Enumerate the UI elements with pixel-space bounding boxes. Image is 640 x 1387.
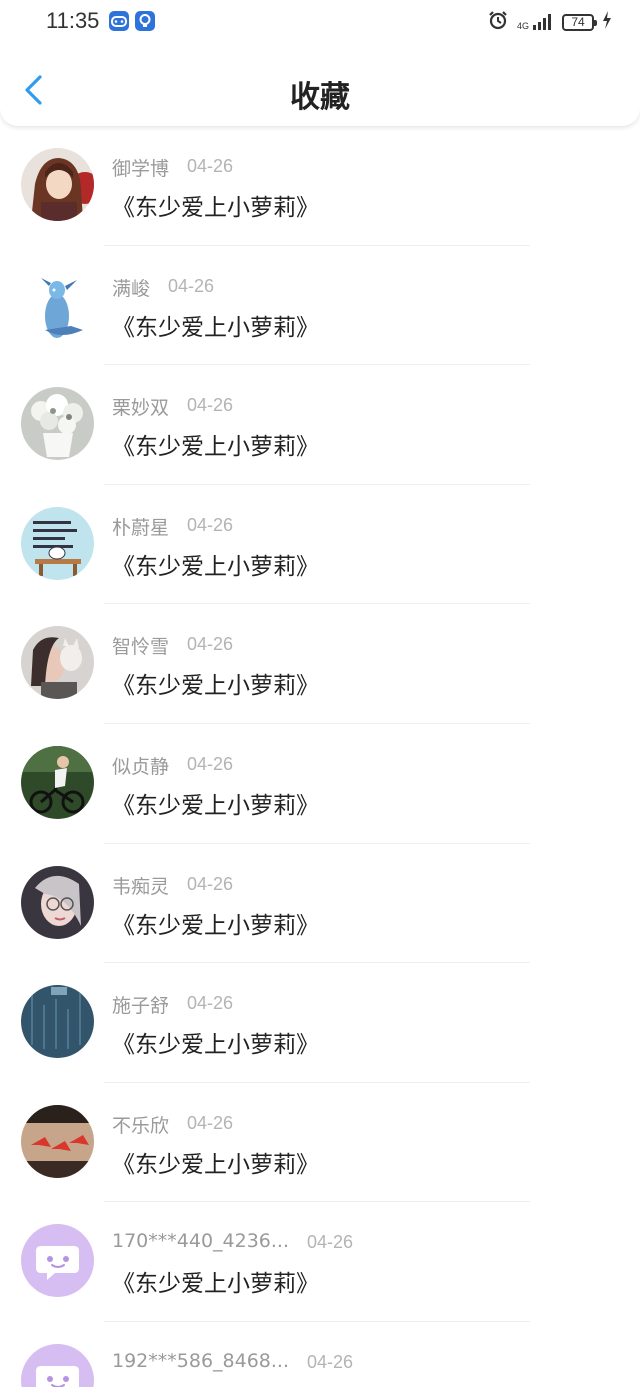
lightbulb-app-icon bbox=[135, 11, 155, 31]
user-name: 似贞静 bbox=[112, 755, 170, 778]
item-title: 《东少爱上小萝莉》 bbox=[112, 434, 319, 461]
item-date: 04-26 bbox=[187, 1112, 234, 1133]
user-name: 192***586_8468... bbox=[112, 1349, 290, 1372]
favorites-screen: 11:35 4G 74 收藏 御学博 04-26 《东少爱上小萝莉》 满峻 04… bbox=[0, 0, 640, 1387]
item-date: 04-26 bbox=[187, 156, 234, 176]
favorite-item[interactable]: 似贞静 04-26 《东少爱上小萝莉》 bbox=[0, 724, 640, 844]
charging-icon bbox=[602, 11, 612, 33]
avatar[interactable] bbox=[21, 148, 94, 221]
avatar[interactable] bbox=[21, 387, 94, 461]
avatar[interactable] bbox=[21, 1343, 94, 1387]
favorites-list: 御学博 04-26 《东少爱上小萝莉》 满峻 04-26 《东少爱上小萝莉》 栗妙双 04-2… bbox=[0, 126, 640, 1387]
item-date: 04-26 bbox=[307, 1232, 354, 1253]
status-indicators: 4G 74 bbox=[487, 10, 612, 34]
avatar[interactable] bbox=[21, 865, 94, 939]
user-name: 韦痴灵 bbox=[112, 875, 170, 898]
user-name: 朴蔚星 bbox=[112, 516, 170, 539]
item-date: 04-26 bbox=[307, 1351, 354, 1372]
avatar[interactable] bbox=[21, 745, 94, 819]
alarm-icon bbox=[487, 9, 509, 35]
item-date: 04-26 bbox=[187, 753, 234, 774]
favorite-item[interactable]: 不乐欣 04-26 《东少爱上小萝莉》 bbox=[0, 1083, 640, 1203]
avatar[interactable] bbox=[21, 267, 94, 341]
avatar[interactable] bbox=[21, 506, 94, 580]
item-date: 04-26 bbox=[187, 514, 234, 535]
item-title: 《东少爱上小萝莉》 bbox=[112, 1271, 319, 1298]
signal-icon: 4G bbox=[517, 13, 554, 31]
item-title: 《东少爱上小萝莉》 bbox=[112, 1151, 319, 1178]
avatar[interactable] bbox=[21, 1104, 94, 1178]
status-bar: 11:35 4G 74 bbox=[0, 0, 640, 44]
user-name: 满峻 bbox=[112, 277, 151, 300]
item-date: 04-26 bbox=[187, 395, 234, 416]
item-title: 《东少爱上小萝莉》 bbox=[112, 195, 319, 221]
item-title: 《东少爱上小萝莉》 bbox=[112, 673, 319, 700]
item-title: 《东少爱上小萝莉》 bbox=[112, 912, 319, 939]
status-time: 11:35 bbox=[46, 8, 100, 33]
favorite-item[interactable]: 192***586_8468...04-26《东少爱上小萝莉》 bbox=[0, 1322, 640, 1387]
user-name: 不乐欣 bbox=[112, 1114, 170, 1137]
favorite-item[interactable]: 韦痴灵 04-26 《东少爱上小萝莉》 bbox=[0, 844, 640, 964]
favorite-item[interactable]: 御学博 04-26 《东少爱上小萝莉》 bbox=[0, 126, 640, 246]
item-title: 《东少爱上小萝莉》 bbox=[112, 314, 319, 341]
favorite-item[interactable]: 满峻 04-26 《东少爱上小萝莉》 bbox=[0, 246, 640, 366]
user-name: 170***440_4236... bbox=[112, 1230, 290, 1253]
item-title: 《东少爱上小萝莉》 bbox=[112, 553, 319, 580]
favorite-item[interactable]: 朴蔚星 04-26 《东少爱上小萝莉》 bbox=[0, 485, 640, 605]
avatar[interactable] bbox=[21, 626, 94, 700]
battery-icon: 74 bbox=[562, 13, 597, 31]
favorite-item[interactable]: 施子舒 04-26 《东少爱上小萝莉》 bbox=[0, 963, 640, 1083]
item-date: 04-26 bbox=[187, 993, 234, 1014]
item-date: 04-26 bbox=[168, 275, 215, 296]
avatar[interactable] bbox=[21, 985, 94, 1059]
favorite-item[interactable]: 170***440_4236... 04-26 《东少爱上小萝莉》 bbox=[0, 1202, 640, 1322]
page-title: 收藏 bbox=[290, 80, 350, 115]
item-date: 04-26 bbox=[187, 634, 234, 655]
header: 11:35 4G 74 收藏 bbox=[0, 0, 640, 126]
item-title: 《东少爱上小萝莉》 bbox=[112, 1032, 319, 1059]
user-name: 御学博 bbox=[112, 158, 170, 180]
avatar[interactable] bbox=[21, 1224, 94, 1298]
item-date: 04-26 bbox=[187, 873, 234, 894]
user-name: 施子舒 bbox=[112, 995, 170, 1018]
game-app-icon bbox=[109, 11, 129, 31]
user-name: 智怜雪 bbox=[112, 636, 170, 659]
user-name: 栗妙双 bbox=[112, 397, 170, 420]
favorite-item[interactable]: 智怜雪 04-26 《东少爱上小萝莉》 bbox=[0, 604, 640, 724]
nav-bar: 收藏 bbox=[0, 52, 640, 126]
network-type: 4G bbox=[516, 21, 529, 31]
favorite-item[interactable]: 栗妙双 04-26 《东少爱上小萝莉》 bbox=[0, 365, 640, 485]
item-title: 《东少爱上小萝莉》 bbox=[112, 792, 319, 819]
